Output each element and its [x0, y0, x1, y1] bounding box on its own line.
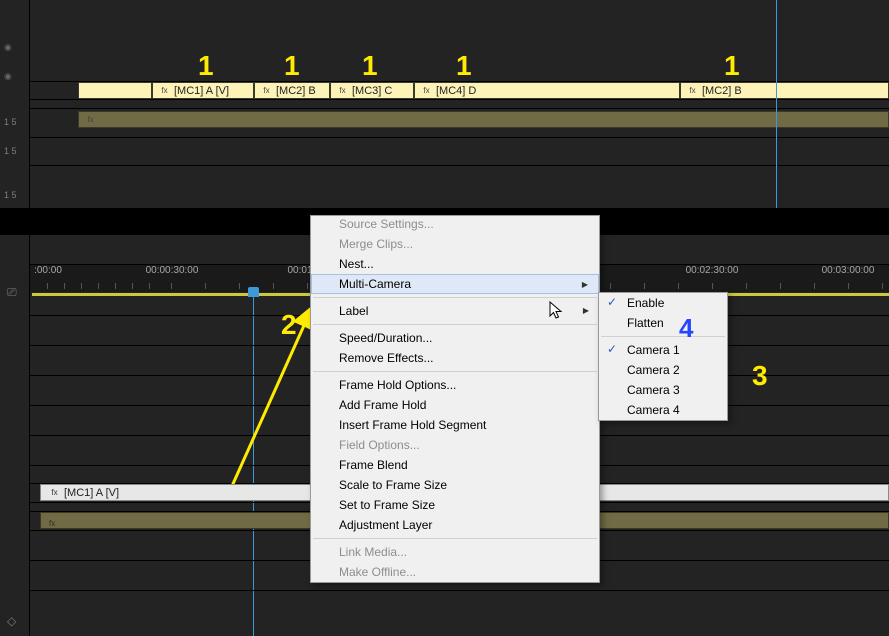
submenu-item-enable[interactable]: Enable: [599, 293, 727, 313]
fx-badge-icon: fx: [49, 488, 60, 497]
menu-item-speed-duration[interactable]: Speed/Duration...: [311, 328, 599, 348]
lower-gutter: ⎚ ◇: [0, 235, 30, 636]
playhead[interactable]: [253, 288, 254, 636]
annotation-number: 1: [362, 50, 378, 82]
annotation-number: 1: [198, 50, 214, 82]
menu-item-frame-hold-options[interactable]: Frame Hold Options...: [311, 375, 599, 395]
track-patch-label[interactable]: 1 5: [4, 117, 17, 127]
menu-item-remove-effects[interactable]: Remove Effects...: [311, 348, 599, 368]
ruler-label: :00:00: [34, 265, 62, 276]
fx-badge-icon: fx: [261, 85, 272, 96]
clip[interactable]: fx [MC1] A [V]: [152, 82, 254, 99]
fx-badge-icon: fx: [421, 85, 432, 96]
menu-item-set-to-frame-size[interactable]: Set to Frame Size: [311, 495, 599, 515]
submenu-item-camera4[interactable]: Camera 4: [599, 400, 727, 420]
clip-label: [MC4] D: [436, 85, 476, 97]
clip[interactable]: fx [MC3] C: [330, 82, 414, 99]
snap-tool-icon[interactable]: ⎚: [7, 285, 17, 300]
playhead[interactable]: [776, 0, 777, 208]
audio-clip[interactable]: fx: [78, 111, 889, 128]
fx-badge-icon: fx: [337, 85, 348, 96]
annotation-number: 2: [281, 309, 297, 341]
clip-label: [MC2] B: [276, 85, 316, 97]
annotation-number: 1: [724, 50, 740, 82]
video-track-clips: fx [MC1] A [V] fx [MC2] B fx [MC3] C fx [MC4…: [78, 82, 889, 99]
ruler-label: 00:03:00:00: [822, 265, 875, 276]
clip[interactable]: fx [MC4] D: [414, 82, 680, 99]
menu-item-multi-camera[interactable]: Multi-Camera: [311, 274, 599, 294]
submenu-item-camera1[interactable]: Camera 1: [599, 340, 727, 360]
menu-item-merge-clips[interactable]: Merge Clips...: [311, 234, 599, 254]
visibility-toggle-icon[interactable]: ◉: [4, 42, 12, 53]
upper-track-gutter: ◉ ◉ 1 5 1 5 1 5: [0, 0, 30, 208]
menu-item-make-offline[interactable]: Make Offline...: [311, 562, 599, 582]
menu-item-scale-to-frame-size[interactable]: Scale to Frame Size: [311, 475, 599, 495]
menu-item-field-options[interactable]: Field Options...: [311, 435, 599, 455]
ruler-label: 00:00:30:00: [146, 265, 199, 276]
marker-tool-icon[interactable]: ◇: [7, 614, 16, 628]
menu-separator: [313, 538, 597, 539]
menu-separator: [601, 336, 725, 337]
menu-item-nest[interactable]: Nest...: [311, 254, 599, 274]
clip-label: [MC1] A [V]: [64, 487, 119, 499]
clip[interactable]: fx [MC2] B: [680, 82, 889, 99]
track-patch-label[interactable]: 1 5: [4, 146, 17, 156]
clip-label: [MC3] C: [352, 85, 392, 97]
upper-timeline-panel: ◉ ◉ 1 5 1 5 1 5 1 1 1 1 1 fx [MC1] A [V] …: [0, 0, 889, 208]
visibility-toggle-icon[interactable]: ◉: [4, 71, 12, 82]
audio-track-clips: fx: [78, 111, 889, 128]
fx-badge-icon: fx: [49, 519, 55, 528]
annotation-number: 1: [284, 50, 300, 82]
clip-label: [MC1] A [V]: [174, 85, 229, 97]
menu-item-frame-blend[interactable]: Frame Blend: [311, 455, 599, 475]
annotation-number: 3: [752, 360, 768, 392]
fx-badge-icon: fx: [687, 85, 698, 96]
clip[interactable]: fx [MC2] B: [254, 82, 330, 99]
submenu-item-camera2[interactable]: Camera 2: [599, 360, 727, 380]
annotation-number: 1: [456, 50, 472, 82]
menu-item-insert-frame-hold-segment[interactable]: Insert Frame Hold Segment: [311, 415, 599, 435]
track-patch-label[interactable]: 1 5: [4, 190, 17, 200]
menu-separator: [313, 324, 597, 325]
ruler-label: 00:01: [287, 265, 312, 276]
menu-separator: [313, 371, 597, 372]
menu-item-add-frame-hold[interactable]: Add Frame Hold: [311, 395, 599, 415]
fx-badge-icon: fx: [85, 114, 96, 125]
menu-item-adjustment-layer[interactable]: Adjustment Layer: [311, 515, 599, 535]
submenu-item-camera3[interactable]: Camera 3: [599, 380, 727, 400]
menu-item-label[interactable]: Label: [311, 301, 599, 321]
clip-leading-segment[interactable]: [78, 82, 152, 99]
menu-item-link-media[interactable]: Link Media...: [311, 542, 599, 562]
clip-label: [MC2] B: [702, 85, 742, 97]
menu-separator: [313, 297, 597, 298]
menu-item-source-settings[interactable]: Source Settings...: [311, 216, 599, 234]
ruler-label: 00:02:30:00: [686, 265, 739, 276]
fx-badge-icon: fx: [159, 85, 170, 96]
submenu-item-flatten[interactable]: Flatten: [599, 313, 727, 333]
context-menu: Source Settings... Merge Clips... Nest..…: [310, 215, 600, 583]
multi-camera-submenu: Enable Flatten Camera 1 Camera 2 Camera …: [598, 292, 728, 421]
